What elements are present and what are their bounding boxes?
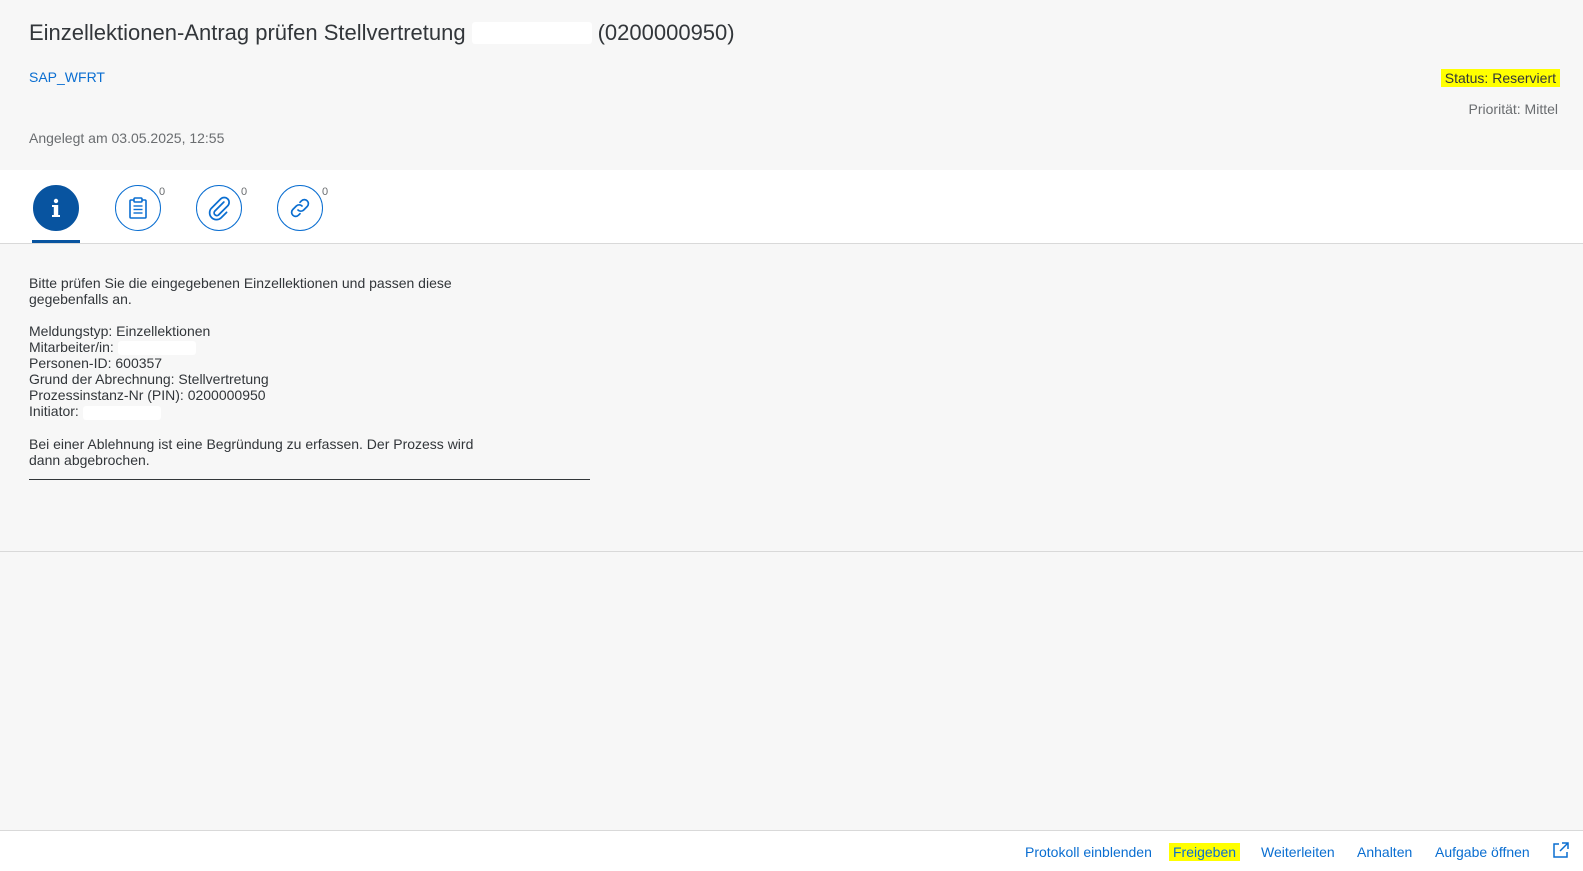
subtitle-link[interactable]: SAP_WFRT xyxy=(29,69,105,85)
task-description: Bitte prüfen Sie die eingegebenen Einzel… xyxy=(0,244,1583,552)
initiator-line: Initiator: xyxy=(29,403,619,420)
redacted-name xyxy=(471,22,592,44)
divider xyxy=(29,479,590,480)
tab-info[interactable] xyxy=(33,185,79,231)
active-tab-indicator xyxy=(32,240,80,243)
intro-line: gegebenfalls an. xyxy=(29,291,132,307)
title-process-number: (0200000950) xyxy=(597,20,735,45)
footer-toolbar: Protokoll einblenden Freigeben Weiterlei… xyxy=(0,830,1583,871)
note-line: dann abgebrochen. xyxy=(29,451,150,468)
anhalten-button[interactable]: Anhalten xyxy=(1353,843,1416,861)
tab-bar: 0 0 0 xyxy=(0,170,1583,244)
initiator-label: Initiator: xyxy=(29,403,79,420)
pin-line: Prozessinstanz-Nr (PIN): 0200000950 xyxy=(29,387,266,404)
open-external-icon[interactable] xyxy=(1552,841,1570,864)
page-header: Einzellektionen-Antrag prüfen Stellvertr… xyxy=(0,0,1583,170)
status-badge: Status: Reserviert xyxy=(1440,69,1560,87)
title-text: Einzellektionen-Antrag prüfen Stellvertr… xyxy=(29,20,466,45)
note-line: Bei einer Ablehnung ist eine Begründung … xyxy=(29,435,474,452)
priority-label: Priorität: Mittel xyxy=(1468,101,1558,117)
tab-notes[interactable] xyxy=(115,185,161,231)
attachment-icon xyxy=(208,196,230,221)
redacted-employee xyxy=(117,341,196,356)
meldungstyp-line: Meldungstyp: Einzellektionen xyxy=(29,323,211,339)
mitarbeiter-label: Mitarbeiter/in: xyxy=(29,339,114,355)
attachments-count: 0 xyxy=(241,186,248,198)
link-icon xyxy=(290,198,310,218)
tab-attachments[interactable] xyxy=(196,185,242,231)
links-count: 0 xyxy=(322,186,329,198)
info-icon xyxy=(52,198,60,217)
personen-id-line: Personen-ID: 600357 xyxy=(29,355,163,372)
notes-icon xyxy=(129,197,147,219)
notes-count: 0 xyxy=(159,186,166,198)
redacted-initiator xyxy=(82,405,161,420)
tab-links[interactable] xyxy=(277,185,323,231)
description-text: Bitte prüfen Sie die eingegebenen Einzel… xyxy=(29,275,619,468)
weiterleiten-button[interactable]: Weiterleiten xyxy=(1257,843,1339,861)
aufgabe-oeffnen-button[interactable]: Aufgabe öffnen xyxy=(1431,843,1534,861)
grund-line: Grund der Abrechnung: Stellvertretung xyxy=(29,371,269,388)
intro-line: Bitte prüfen Sie die eingegebenen Einzel… xyxy=(29,275,452,291)
freigeben-button[interactable]: Freigeben xyxy=(1169,843,1241,861)
mitarbeiter-line: Mitarbeiter/in: xyxy=(29,339,619,356)
protokoll-button[interactable]: Protokoll einblenden xyxy=(1021,843,1156,861)
page-title: Einzellektionen-Antrag prüfen Stellvertr… xyxy=(29,20,735,46)
created-date: Angelegt am 03.05.2025, 12:55 xyxy=(29,130,225,146)
